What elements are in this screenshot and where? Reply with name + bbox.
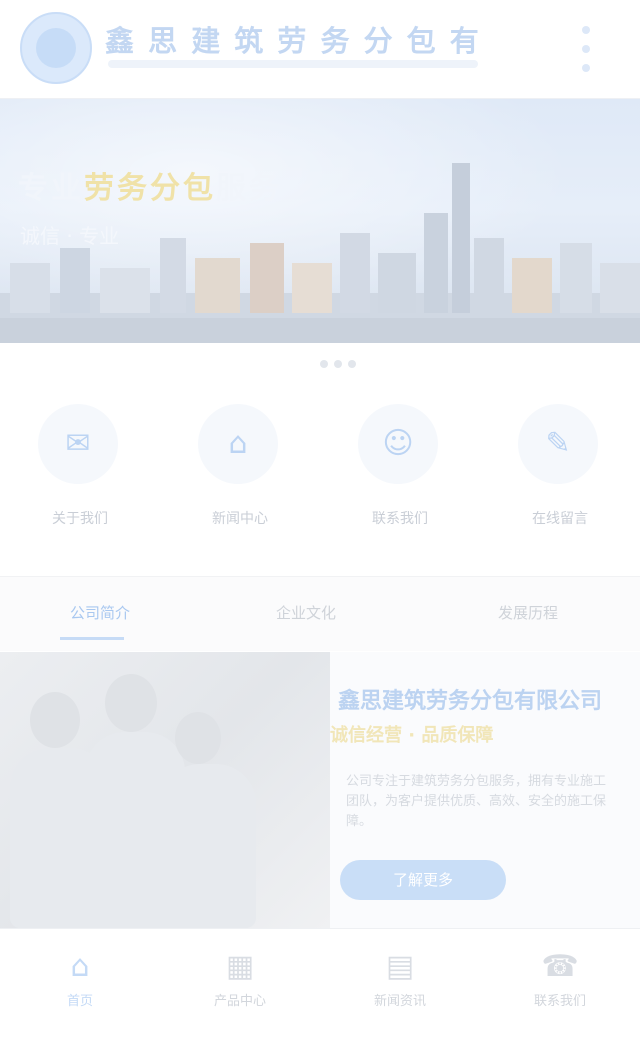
nav-home[interactable]: ⌂ 首页 [0, 929, 160, 1037]
phone-icon: ☎ [541, 949, 579, 984]
team-photo [0, 652, 330, 928]
hero-banner[interactable]: 专业劳务分包服务 诚信 · 专业 [0, 99, 640, 343]
quick-link-contact[interactable]: ☺ 联系我们 [320, 392, 480, 542]
home-icon: ⌂ [198, 404, 278, 484]
nav-label: 首页 [66, 994, 93, 1009]
nav-label: 产品中心 [213, 994, 266, 1009]
banner-subtitle: 诚信 · 专业 [20, 224, 120, 248]
feature-description: 公司专注于建筑劳务分包服务，拥有专业施工团队，为客户提供优质、高效、安全的施工保… [346, 774, 607, 829]
header: 鑫 思 建 筑 劳 务 分 包 有 限 公 司 [0, 0, 640, 99]
tab-history[interactable]: 发展历程 [428, 595, 628, 631]
content-tabs: 公司简介 企业文化 发展历程 [0, 576, 640, 651]
tab-profile[interactable]: 公司简介 [0, 595, 200, 631]
user-icon: ☺ [358, 404, 438, 484]
quick-link-message[interactable]: ✎ 在线留言 [480, 392, 640, 542]
company-subtitle-bar [108, 60, 478, 68]
more-vertical-icon[interactable] [566, 20, 606, 78]
quick-link-label: 在线留言 [532, 511, 588, 527]
company-logo-icon[interactable] [20, 12, 92, 84]
quick-link-label: 新闻中心 [212, 511, 268, 527]
chat-icon: ✎ [518, 404, 598, 484]
nav-contact[interactable]: ☎ 联系我们 [480, 929, 640, 1037]
quick-link-about[interactable]: ✉ 关于我们 [0, 392, 160, 542]
feature-title: 鑫思建筑劳务分包有限公司 [338, 689, 603, 714]
company-feature: 鑫思建筑劳务分包有限公司 诚信经营 · 品质保障 公司专注于建筑劳务分包服务，拥… [0, 652, 640, 928]
nav-products[interactable]: ▦ 产品中心 [160, 929, 320, 1037]
home-icon: ⌂ [70, 949, 90, 984]
quick-link-news[interactable]: ⌂ 新闻中心 [160, 392, 320, 542]
mail-icon: ✉ [38, 404, 118, 484]
learn-more-button[interactable]: 了解更多 [340, 860, 506, 900]
nav-label: 新闻资讯 [373, 994, 426, 1009]
quick-link-label: 关于我们 [52, 511, 108, 527]
active-tab-indicator [60, 637, 124, 640]
quick-link-label: 联系我们 [372, 511, 428, 527]
grid-icon: ▦ [225, 949, 255, 984]
carousel-indicator[interactable] [320, 360, 360, 370]
logo-mark [36, 28, 76, 68]
company-name: 鑫 思 建 筑 劳 务 分 包 有 限 公 司 [105, 25, 490, 57]
feature-subtitle: 诚信经营 · 品质保障 [330, 725, 494, 746]
quick-links: ✉ 关于我们 ⌂ 新闻中心 ☺ 联系我们 ✎ 在线留言 [0, 392, 640, 542]
bottom-nav: ⌂ 首页 ▦ 产品中心 ▤ 新闻资讯 ☎ 联系我们 [0, 928, 640, 1037]
nav-label: 联系我们 [533, 994, 586, 1009]
nav-news[interactable]: ▤ 新闻资讯 [320, 929, 480, 1037]
tab-culture[interactable]: 企业文化 [206, 595, 406, 631]
news-icon: ▤ [385, 949, 415, 984]
banner-title: 专业劳务分包服务 [18, 171, 282, 206]
